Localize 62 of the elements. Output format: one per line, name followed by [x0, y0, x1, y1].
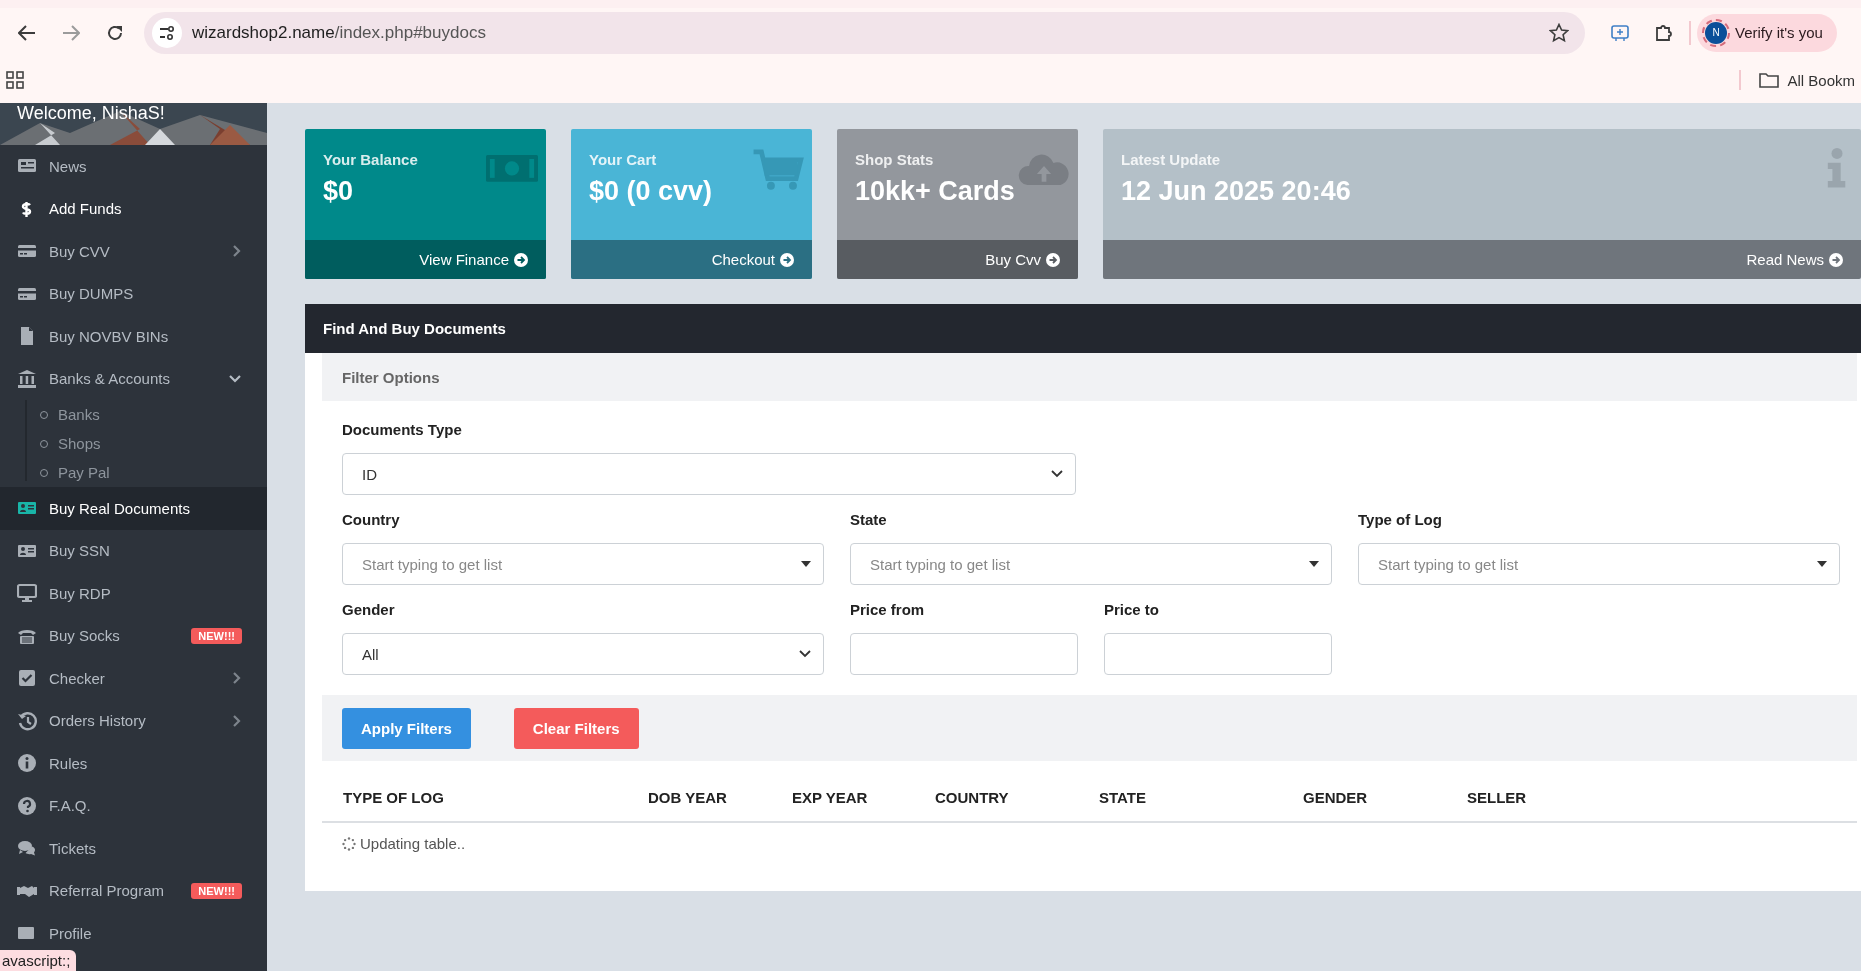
card-title: Latest Update [1121, 151, 1222, 168]
sidebar-item[interactable]: Orders History [0, 699, 267, 742]
sidebar-item[interactable]: F.A.Q. [0, 784, 267, 827]
documents-type-select[interactable]: ID [342, 453, 1076, 495]
sidebar-item[interactable]: Buy SSN [0, 529, 267, 572]
submenu-item[interactable]: Pay Pal [26, 458, 267, 487]
sidebar-item[interactable]: Buy RDP [0, 572, 267, 615]
card-link[interactable]: Buy Cvv [837, 240, 1078, 279]
url-text: wizardshop2.name/index.php#buydocs [192, 22, 487, 43]
sidebar-item[interactable]: Buy Real Documents [0, 487, 267, 530]
profile-button[interactable]: N Verify it's you [1697, 13, 1837, 52]
card-link[interactable]: View Finance [305, 240, 546, 279]
column-header[interactable]: TYPE OF LOG [343, 789, 648, 806]
autocomplete-field[interactable]: Start typing to get list [342, 543, 824, 585]
field-label: State [850, 511, 888, 530]
column-header[interactable]: GENDER [1303, 789, 1467, 806]
new-badge: NEW!!! [191, 882, 242, 899]
sidebar-item[interactable]: Rules [0, 742, 267, 785]
field-label: Type of Log [1358, 511, 1443, 530]
new-badge: NEW!!! [191, 627, 242, 644]
card-value: $0 [323, 176, 354, 207]
filter-options-header: Filter Options [322, 353, 1857, 401]
card-value: 10kk+ Cards [855, 176, 1015, 207]
gender-select[interactable]: All [342, 633, 824, 675]
sidebar-item[interactable]: Referral Program NEW!!! [0, 869, 267, 912]
sidebar-item[interactable]: Buy CVV [0, 230, 267, 273]
column-header[interactable]: COUNTRY [935, 789, 1099, 806]
card-title: Shop Stats [855, 151, 935, 168]
card-value: $0 (0 cvv) [589, 176, 713, 207]
card-link[interactable]: Read News [1103, 240, 1861, 279]
submenu-item[interactable]: Banks [26, 400, 267, 429]
card-title: Your Balance [323, 151, 419, 168]
autocomplete-field[interactable]: Start typing to get list [850, 543, 1332, 585]
card-title: Your Cart [589, 151, 658, 168]
welcome-text: Welcome, NishaS! [16, 103, 166, 123]
sidebar-item[interactable]: Add Funds [0, 187, 267, 230]
submenu-item[interactable]: Shops [26, 429, 267, 458]
sidebar-item[interactable]: News [0, 145, 267, 188]
loading-text: Updating table.. [360, 835, 466, 852]
sidebar-item[interactable]: Buy NOVBV BINs [0, 315, 267, 358]
column-header[interactable]: EXP YEAR [792, 789, 935, 806]
all-bookmarks-button[interactable]: All Bookm [1759, 71, 1855, 89]
card-value: 12 Jun 2025 20:46 [1121, 176, 1351, 207]
field-label: Country [342, 511, 401, 530]
field-label: Gender [342, 601, 396, 620]
status-tooltip: avascript:; [0, 950, 77, 971]
sidebar-item[interactable]: Checker [0, 657, 267, 700]
column-header[interactable]: DOB YEAR [648, 789, 792, 806]
field-label: Documents Type [342, 421, 463, 440]
autocomplete-field[interactable]: Start typing to get list [1358, 543, 1840, 585]
field-label: Price from [850, 601, 926, 620]
sidebar-item[interactable]: Tickets [0, 827, 267, 870]
sidebar-item[interactable]: Banks & Accounts [0, 357, 267, 400]
address-bar[interactable]: wizardshop2.name/index.php#buydocs [144, 11, 1585, 54]
panel-title: Find And Buy Documents [305, 304, 1861, 353]
sidebar-item[interactable]: Buy Socks NEW!!! [0, 614, 267, 657]
column-header[interactable]: SELLER [1467, 789, 1617, 806]
card-link[interactable]: Checkout [571, 240, 812, 279]
field-label: Price to [1104, 601, 1161, 620]
avatar: N [1705, 21, 1727, 44]
sidebar-item[interactable]: Buy DUMPS [0, 272, 267, 315]
column-header[interactable]: STATE [1099, 789, 1303, 806]
